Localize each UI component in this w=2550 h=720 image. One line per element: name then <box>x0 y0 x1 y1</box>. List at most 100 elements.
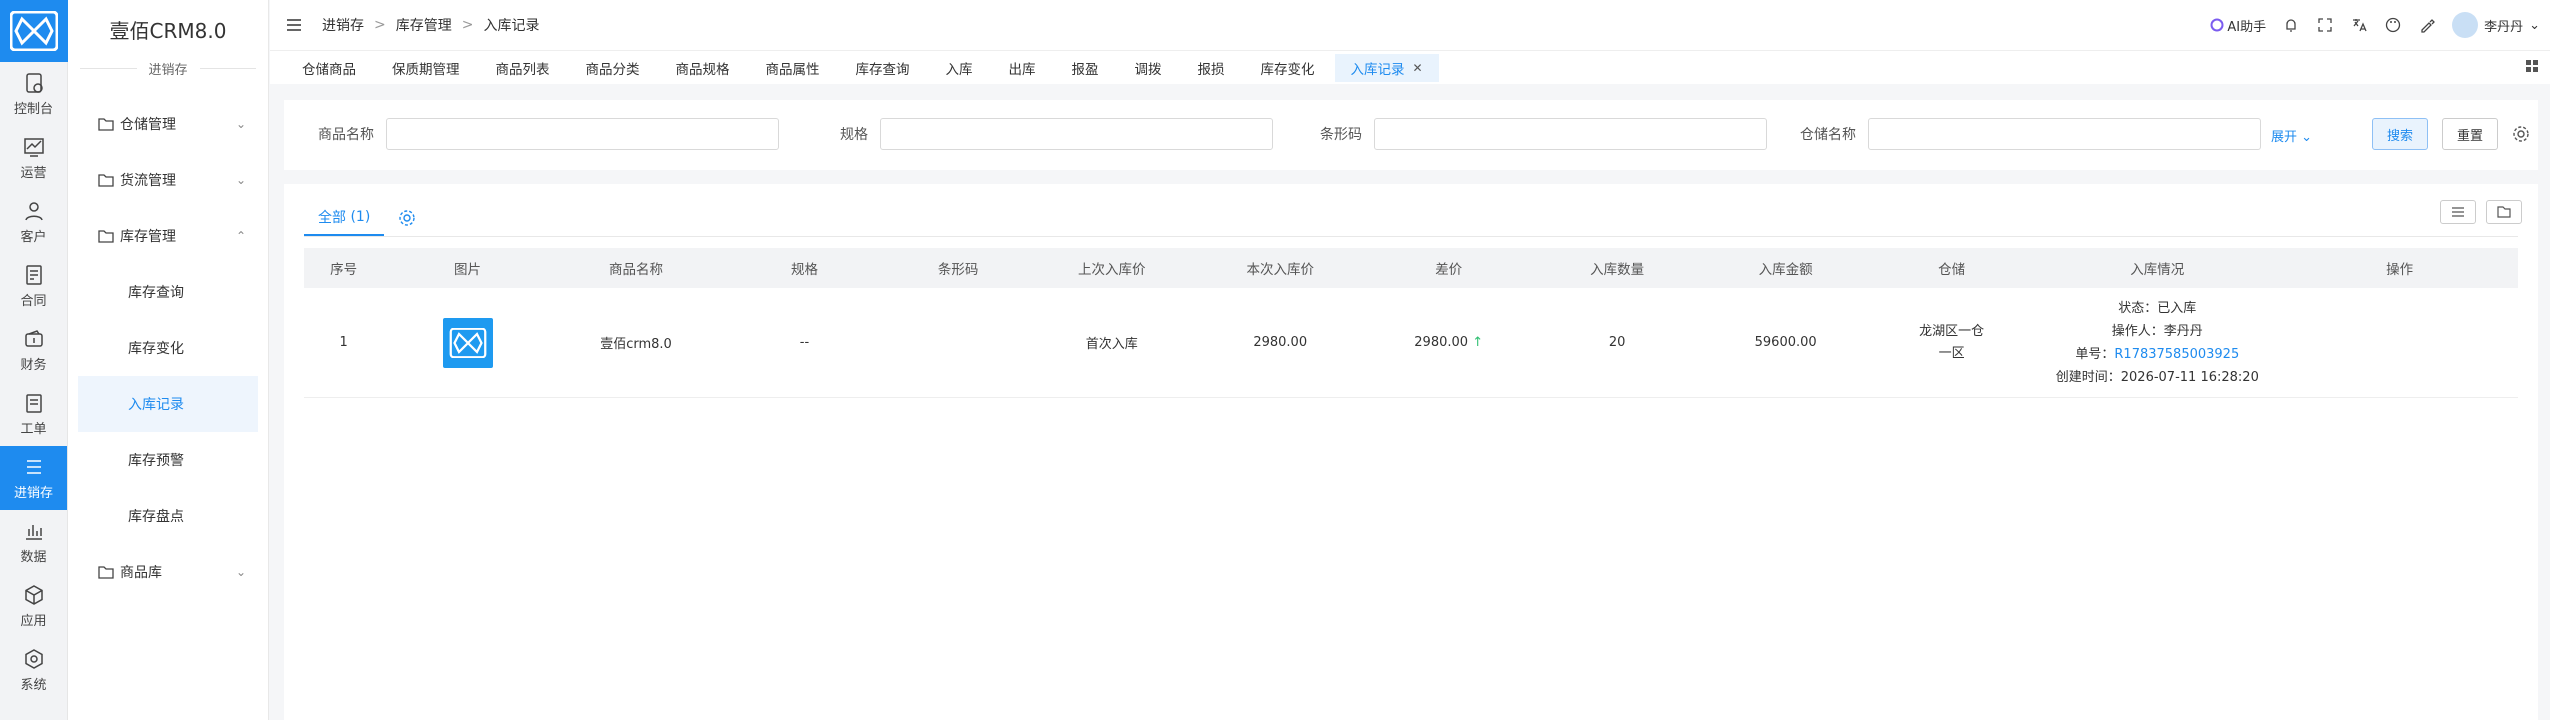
page-tab[interactable]: 商品列表 <box>480 54 566 82</box>
palette-icon[interactable] <box>2384 16 2402 34</box>
sidebar-item-stock-alert[interactable]: 库存预警 <box>78 432 258 488</box>
page-tab[interactable]: 出库 <box>993 54 1052 82</box>
content-panel: 全部 (1) 序号 图片 商品名称 规格 条形码 上次入库价 本次入库价 差价 入库数量 入库金额… <box>284 184 2538 720</box>
breadcrumb-item[interactable]: 库存管理 <box>396 15 452 35</box>
sidebar-group-label: 商品库 <box>120 565 162 581</box>
column-header: 上次入库价 <box>1077 262 1146 278</box>
column-settings-button[interactable] <box>2440 200 2476 224</box>
export-button[interactable] <box>2486 200 2522 224</box>
diff-value: 2980.00 <box>1414 335 1469 350</box>
sidebar-item-stock-count[interactable]: 库存盘点 <box>78 488 258 544</box>
cell-spec: -- <box>799 335 810 350</box>
rail-item-3[interactable]: 合同 <box>0 254 67 318</box>
rail-item-label: 合同 <box>20 293 47 309</box>
ai-icon <box>2210 18 2224 32</box>
search-button[interactable]: 搜索 <box>2372 118 2428 150</box>
reset-button[interactable]: 重置 <box>2442 118 2498 150</box>
sidebar-group-label: 货流管理 <box>120 173 176 189</box>
brush-icon[interactable] <box>2418 16 2436 34</box>
folder-icon <box>98 174 114 187</box>
operator-text: 操作人：李丹丹 <box>2111 323 2203 339</box>
tab-label: 报损 <box>1197 61 1225 78</box>
sidebar-group-flow[interactable]: 货流管理 ⌄ <box>68 152 268 208</box>
page-tab[interactable]: 仓储商品 <box>286 54 372 82</box>
sidebar-group-inventory[interactable]: 库存管理 ⌃ <box>68 208 268 264</box>
rail-item-8[interactable]: 应用 <box>0 574 67 638</box>
page-tab[interactable]: 库存查询 <box>840 54 926 82</box>
sidebar: 壹佰CRM8.0 进销存 仓储管理 ⌄ 货流管理 ⌄ 库存管理 ⌃ 库存查询 库… <box>68 0 269 720</box>
order-number-link[interactable]: R17837585003925 <box>2114 347 2239 362</box>
settings-icon[interactable] <box>2512 125 2530 143</box>
rail-item-2[interactable]: 客户 <box>0 190 67 254</box>
user-menu[interactable]: 李丹丹 ⌄ <box>2452 12 2540 38</box>
logo-icon <box>10 11 58 51</box>
column-header: 序号 <box>330 262 358 278</box>
grid-icon[interactable] <box>2524 58 2540 74</box>
cell-qty: 20 <box>1608 335 1626 350</box>
app-logo[interactable] <box>0 0 68 62</box>
page-tab[interactable]: 商品规格 <box>660 54 746 82</box>
rail-item-6[interactable]: 进销存 <box>0 446 67 510</box>
page-tab[interactable]: 报损 <box>1182 54 1241 82</box>
sidebar-item-inbound-records[interactable]: 入库记录 <box>78 376 258 432</box>
product-image[interactable] <box>442 317 493 368</box>
folder-icon <box>98 230 114 243</box>
breadcrumb-item[interactable]: 进销存 <box>322 15 364 35</box>
sidebar-group-warehouse[interactable]: 仓储管理 ⌄ <box>68 96 268 152</box>
page-tab[interactable]: 商品分类 <box>570 54 656 82</box>
tab-settings-icon[interactable] <box>398 209 416 227</box>
table-row: 1 壹佰crm8.0 -- 首次入库 2980.00 2980.00 ↑ 20 <box>304 288 2518 398</box>
spec-input[interactable] <box>880 118 1273 150</box>
sidebar-group-product-lib[interactable]: 商品库 ⌄ <box>68 544 268 600</box>
filter-label: 规格 <box>840 127 868 143</box>
tab-all[interactable]: 全部 (1) <box>304 200 385 236</box>
page-tab[interactable]: 入库记录 ✕ <box>1334 53 1439 82</box>
close-icon[interactable]: ✕ <box>1413 61 1423 75</box>
menu-toggle-icon[interactable] <box>286 18 302 32</box>
column-header: 入库金额 <box>1758 262 1813 278</box>
chevron-down-icon: ⌄ <box>2529 17 2540 33</box>
rail-item-label: 运营 <box>20 165 47 181</box>
filter-barcode: 条形码 <box>1320 118 1767 150</box>
dashboard-icon <box>25 72 43 93</box>
module-label: 进销存 <box>148 62 188 78</box>
breadcrumb-separator: > <box>461 17 474 33</box>
tab-label: 出库 <box>1008 61 1036 78</box>
table-header: 序号 图片 商品名称 规格 条形码 上次入库价 本次入库价 差价 入库数量 入库金额 仓储 入库情况 操… <box>304 248 2518 288</box>
list-icon <box>26 459 41 474</box>
filter-warehouse: 仓储名称 <box>1800 118 2261 150</box>
sidebar-item-stock-change[interactable]: 库存变化 <box>78 320 258 376</box>
cell-diff: 2980.00 ↑ <box>1364 335 1532 350</box>
page-tab[interactable]: 入库 <box>930 54 989 82</box>
translate-icon[interactable] <box>2350 16 2368 34</box>
cell-current-price: 2980.00 <box>1253 335 1308 350</box>
page-tab[interactable]: 报盈 <box>1056 54 1115 82</box>
page-tab[interactable]: 库存变化 <box>1245 54 1331 82</box>
fullscreen-icon[interactable] <box>2316 16 2334 34</box>
product-name-input[interactable] <box>386 118 779 150</box>
page-tab[interactable]: 商品属性 <box>750 54 836 82</box>
tab-all-label: 全部 <box>318 210 346 226</box>
bell-icon[interactable] <box>2282 16 2300 34</box>
trend-icon <box>23 137 44 157</box>
page-tab[interactable]: 保质期管理 <box>376 54 476 82</box>
sidebar-item-stock-query[interactable]: 库存查询 <box>78 264 258 320</box>
rail-item-label: 进销存 <box>13 485 53 501</box>
rail-item-label: 客户 <box>20 229 47 245</box>
rail-item-9[interactable]: 系统 <box>0 638 67 702</box>
rail-item-1[interactable]: 运营 <box>0 126 67 190</box>
rail-item-0[interactable]: 控制台 <box>0 62 67 126</box>
rail-item-label: 系统 <box>20 677 47 693</box>
expand-filters-link[interactable]: 展开 ⌄ <box>2271 126 2312 145</box>
breadcrumb: 进销存 > 库存管理 > 入库记录 <box>322 15 539 35</box>
page-tab[interactable]: 调拨 <box>1119 54 1178 82</box>
rail-item-7[interactable]: 数据 <box>0 510 67 574</box>
barcode-input[interactable] <box>1374 118 1767 150</box>
rail-item-5[interactable]: 工单 <box>0 382 67 446</box>
tab-label: 商品规格 <box>675 61 730 78</box>
warehouse-input[interactable] <box>1868 118 2261 150</box>
sidebar-group-label: 仓储管理 <box>120 117 176 133</box>
rail-item-4[interactable]: 财务 <box>0 318 67 382</box>
tab-label: 保质期管理 <box>392 61 460 78</box>
ai-assistant[interactable]: AI助手 <box>2210 16 2266 35</box>
